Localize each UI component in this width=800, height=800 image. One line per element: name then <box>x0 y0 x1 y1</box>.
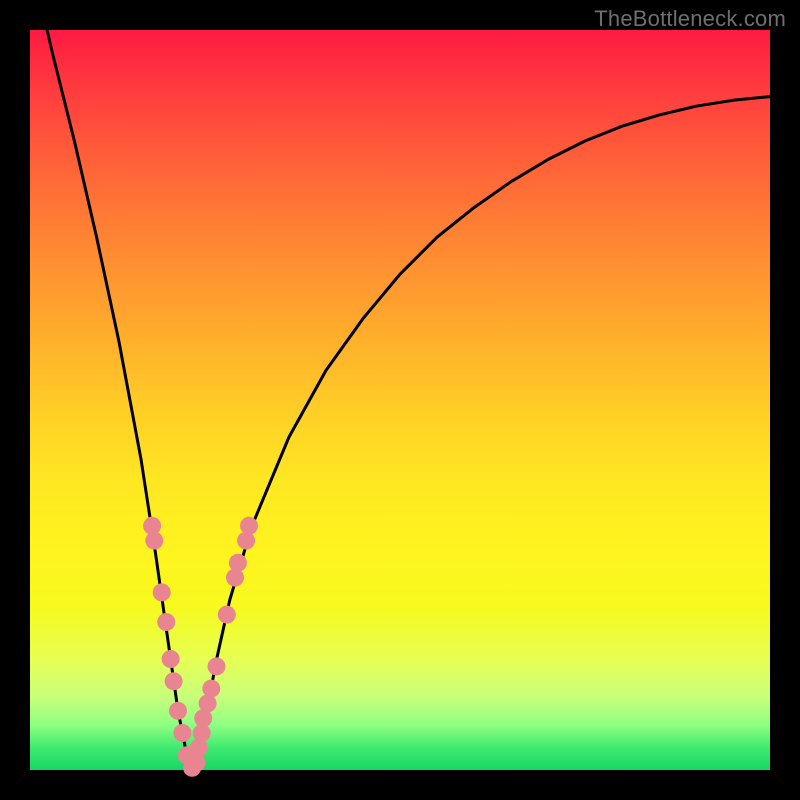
plot-area <box>30 30 770 770</box>
marker-dot <box>153 583 171 601</box>
watermark-text: TheBottleneck.com <box>594 6 786 32</box>
marker-dot <box>165 672 183 690</box>
marker-dot <box>218 606 236 624</box>
curve-layer <box>30 0 770 770</box>
marker-dot <box>169 702 187 720</box>
marker-dot <box>162 650 180 668</box>
marker-dot <box>208 657 226 675</box>
chart-frame: TheBottleneck.com <box>0 0 800 800</box>
marker-dot <box>190 739 208 757</box>
bottleneck-curve-path <box>30 0 770 770</box>
marker-dot <box>240 517 258 535</box>
marker-dot <box>173 724 191 742</box>
curve-svg <box>30 30 770 770</box>
marker-layer <box>143 517 258 777</box>
marker-dot <box>157 613 175 631</box>
marker-dot <box>229 554 247 572</box>
marker-dot <box>202 680 220 698</box>
marker-dot <box>145 532 163 550</box>
